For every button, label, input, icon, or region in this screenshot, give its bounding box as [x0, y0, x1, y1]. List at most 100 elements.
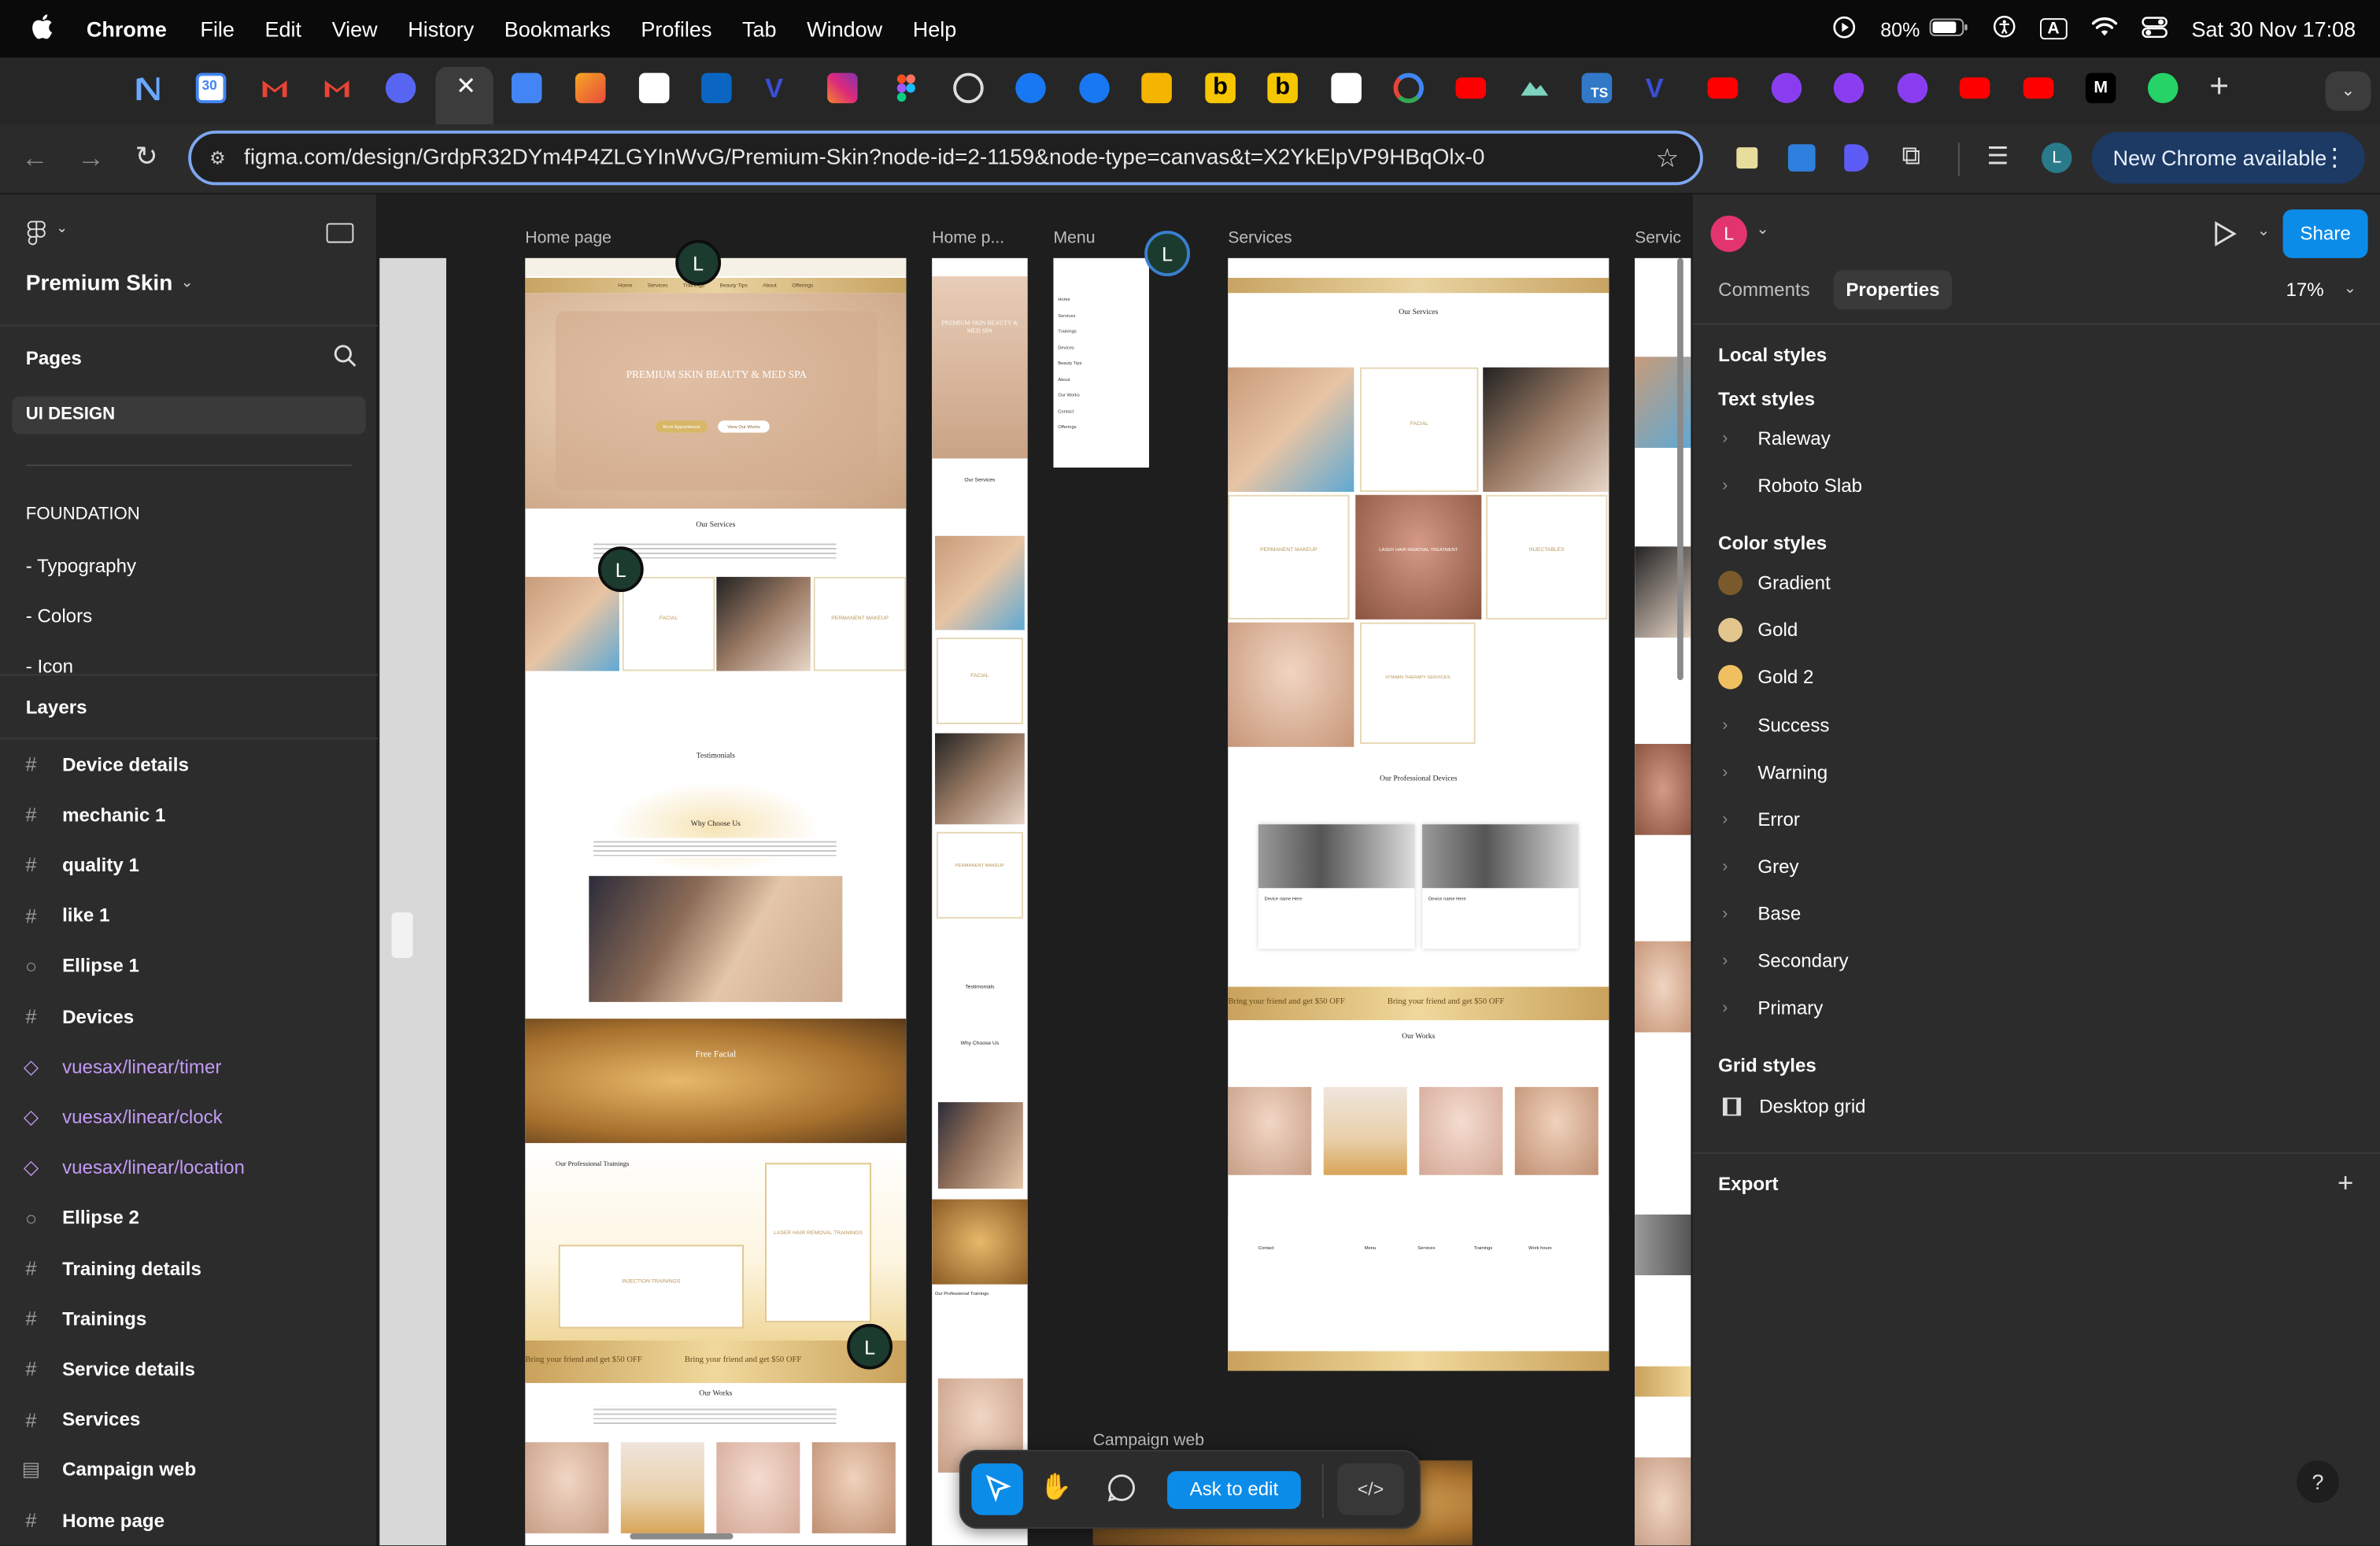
frame-handle[interactable]: [391, 912, 413, 958]
forward-icon[interactable]: →: [77, 142, 105, 175]
extension-note-icon[interactable]: [1736, 147, 1758, 169]
menu-app-chrome[interactable]: Chrome: [87, 17, 167, 41]
chevron-right-icon[interactable]: ›: [1692, 810, 1757, 828]
linkedin-tab-icon[interactable]: [701, 72, 732, 104]
menubar-clock[interactable]: Sat 30 Nov 17:08: [2192, 17, 2356, 41]
services-frame[interactable]: Our Services FACIAL PERMANENT MAKEUP LAS…: [1228, 257, 1609, 1371]
layer-row[interactable]: # Service details: [0, 1344, 378, 1395]
style-group-row[interactable]: › Success: [1692, 701, 2380, 749]
layer-row[interactable]: # Home page: [0, 1496, 378, 1546]
collaborator-avatar[interactable]: L: [847, 1323, 893, 1370]
instagram-tab-icon[interactable]: [827, 72, 858, 104]
facebook-tab-icon[interactable]: [1015, 72, 1046, 104]
menu-file[interactable]: File: [200, 17, 235, 41]
notion-tab-icon[interactable]: [132, 73, 163, 104]
menu-edit[interactable]: Edit: [264, 17, 301, 41]
docs-tab-icon[interactable]: [511, 72, 542, 104]
chevron-right-icon[interactable]: ›: [1692, 857, 1757, 875]
chatgpt-tab-icon[interactable]: [953, 72, 984, 104]
hand-tool-icon[interactable]: ✋: [1040, 1473, 1072, 1503]
b-tab-icon-2[interactable]: b: [1267, 72, 1298, 104]
style-group-row[interactable]: › Warning: [1692, 749, 2380, 796]
sidebar-toggle-icon[interactable]: [326, 223, 354, 243]
reload-icon[interactable]: ↻: [135, 141, 158, 173]
dev-mode-button[interactable]: </>: [1337, 1463, 1404, 1515]
gmail-tab-icon[interactable]: [260, 73, 290, 104]
search-pages-icon[interactable]: [334, 345, 357, 372]
layer-row[interactable]: # like 1: [0, 890, 378, 941]
calendar-tab-icon[interactable]: 30: [195, 72, 227, 104]
collaborator-avatar[interactable]: L: [597, 546, 644, 593]
canvas-scrollbar[interactable]: [1677, 257, 1683, 681]
app-tab-icon-2[interactable]: [638, 72, 670, 104]
battery-icon[interactable]: [1929, 17, 1968, 40]
chevron-right-icon[interactable]: ›: [1692, 429, 1757, 447]
help-button[interactable]: ?: [2296, 1460, 2339, 1503]
facebook-tab-icon-2[interactable]: [1079, 72, 1110, 104]
new-chrome-available-button[interactable]: New Chrome available ⋮: [2091, 131, 2365, 184]
back-icon[interactable]: ←: [21, 142, 49, 175]
collaborator-avatar[interactable]: L: [1144, 231, 1191, 277]
collaborator-avatar[interactable]: L: [675, 239, 722, 286]
menu-profiles[interactable]: Profiles: [641, 17, 711, 41]
apple-icon[interactable]: [31, 13, 54, 44]
extension-fi-icon[interactable]: [1787, 144, 1816, 172]
frame-label-services-2[interactable]: Servic: [1635, 229, 1681, 247]
profile-avatar[interactable]: L: [2041, 142, 2072, 173]
style-group-row[interactable]: › Secondary: [1692, 937, 2380, 984]
file-name[interactable]: Premium Skin: [26, 272, 173, 296]
site-settings-icon[interactable]: ⚙: [209, 147, 226, 168]
offscreen-frame[interactable]: [379, 257, 447, 1546]
new-tab-icon[interactable]: +: [2204, 69, 2234, 104]
frame-label-menu[interactable]: Menu: [1053, 229, 1095, 247]
url-text[interactable]: figma.com/design/GrdpR32DYm4P4ZLGYInWvG/…: [244, 146, 1484, 170]
slides-tab-icon[interactable]: [1141, 72, 1172, 104]
layer-row[interactable]: ◇ vuesax/linear/timer: [0, 1041, 378, 1092]
style-group-row[interactable]: › Error: [1692, 796, 2380, 843]
layer-row[interactable]: # Services: [0, 1395, 378, 1445]
youtube-tab-icon-2[interactable]: [1707, 77, 1739, 99]
layer-row[interactable]: ◇ vuesax/linear/location: [0, 1142, 378, 1193]
menu-frame[interactable]: Home Services Trainings Devices Beauty T…: [1053, 257, 1149, 468]
address-bar[interactable]: ⚙ figma.com/design/GrdpR32DYm4P4ZLGYInWv…: [188, 130, 1703, 186]
menu-bookmarks[interactable]: Bookmarks: [504, 17, 611, 41]
extensions-puzzle-icon[interactable]: ⧉: [1902, 141, 1920, 172]
extension-d-icon[interactable]: [1844, 144, 1869, 172]
page-item-ui-design[interactable]: UI DESIGN: [12, 396, 366, 435]
color-style-row[interactable]: Gold 2: [1692, 653, 2380, 700]
reading-list-icon[interactable]: ☰: [1987, 141, 2009, 172]
move-tool-button[interactable]: [971, 1463, 1023, 1515]
color-style-row[interactable]: Gradient: [1692, 559, 2380, 606]
page-item-foundation[interactable]: FOUNDATION: [26, 505, 140, 523]
wifi-icon[interactable]: [2091, 17, 2117, 41]
chevron-right-icon[interactable]: ›: [1692, 904, 1757, 922]
ask-to-edit-button[interactable]: Ask to edit: [1167, 1470, 1301, 1510]
chevron-right-icon[interactable]: ›: [1692, 716, 1757, 734]
medium-tab-icon[interactable]: M: [2085, 72, 2116, 104]
style-group-row[interactable]: › Primary: [1692, 984, 2380, 1031]
b-tab-icon[interactable]: b: [1205, 72, 1236, 104]
youtube-tab-icon-4[interactable]: [2023, 77, 2054, 99]
layer-row[interactable]: ○ Ellipse 2: [0, 1193, 378, 1243]
figma-tab-icon[interactable]: [891, 73, 922, 104]
more-menu-icon[interactable]: ⋮: [2323, 142, 2347, 173]
accessibility-icon[interactable]: [1993, 15, 2016, 43]
input-source-icon[interactable]: A: [2039, 18, 2068, 40]
u-tab-icon-2[interactable]: [1833, 72, 1864, 104]
layer-row[interactable]: # mechanic 1: [0, 790, 378, 840]
youtube-tab-icon-3[interactable]: [1959, 77, 1990, 99]
layer-row[interactable]: ◇ vuesax/linear/clock: [0, 1092, 378, 1142]
comment-tool-icon[interactable]: [1107, 1473, 1137, 1511]
menu-window[interactable]: Window: [807, 17, 882, 41]
layer-row[interactable]: # quality 1: [0, 840, 378, 890]
layer-row[interactable]: # Training details: [0, 1244, 378, 1294]
play-status-icon[interactable]: [1831, 14, 1856, 43]
chevron-right-icon[interactable]: ›: [1692, 763, 1757, 781]
color-style-row[interactable]: Gold: [1692, 606, 2380, 653]
file-name-chevron-icon[interactable]: ⌄: [181, 275, 194, 291]
page-item-colors[interactable]: - Colors: [26, 606, 92, 627]
layer-row[interactable]: # Device details: [0, 739, 378, 790]
google-tab-icon[interactable]: [1393, 72, 1425, 104]
frame-label-home[interactable]: Home page: [525, 229, 612, 247]
layer-row[interactable]: # Devices: [0, 991, 378, 1041]
